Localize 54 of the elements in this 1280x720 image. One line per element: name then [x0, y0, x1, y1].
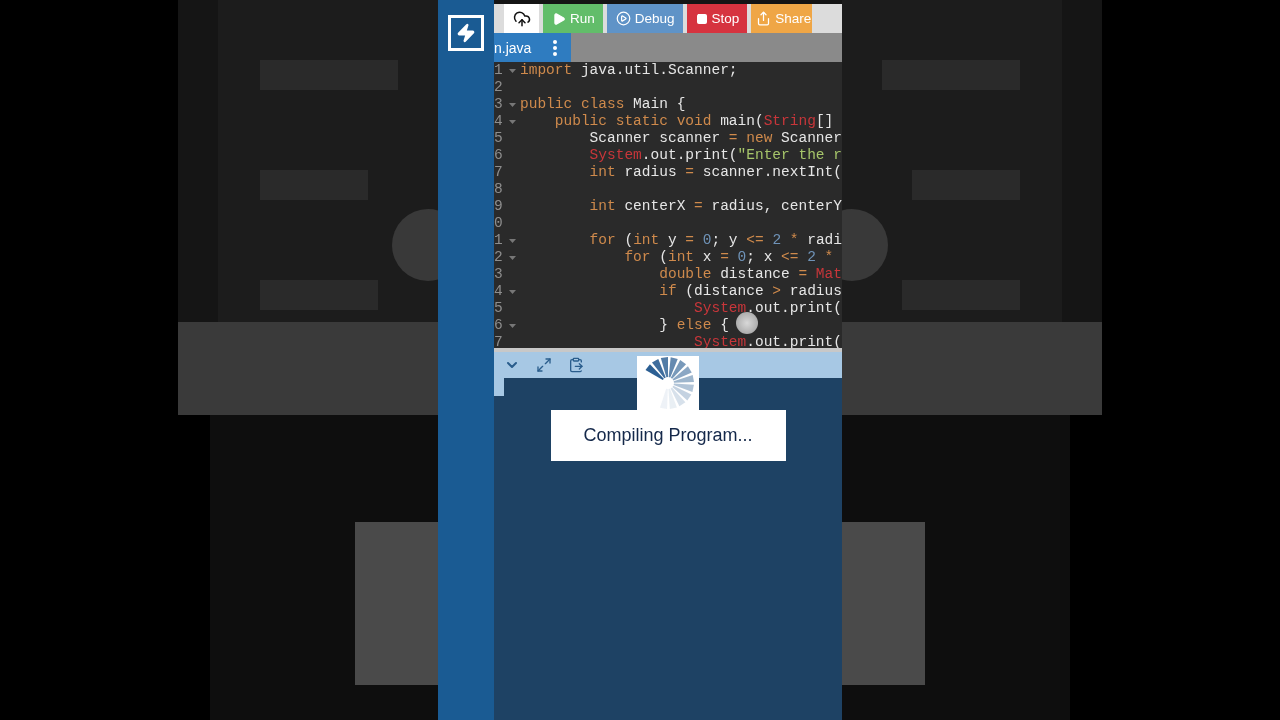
- kebab-menu-icon[interactable]: [553, 39, 558, 56]
- stop-button[interactable]: Stop: [686, 4, 748, 33]
- fold-arrow-icon[interactable]: [508, 289, 516, 294]
- code-line: double distance = Mat: [658, 266, 842, 283]
- code-editor[interactable]: [494, 62, 842, 348]
- code-line: System.out.print(: [693, 300, 842, 317]
- code-line: public class Main {: [520, 96, 686, 113]
- run-button[interactable]: Run: [543, 4, 603, 33]
- clipboard-icon[interactable]: [568, 357, 584, 373]
- code-line: int centerX = radius, centerY: [588, 198, 842, 215]
- share-icon: [756, 11, 772, 26]
- code-line: public static void main(String[]: [553, 113, 834, 130]
- code-line: System.out.print("Enter the r: [588, 147, 842, 164]
- fold-arrow-icon[interactable]: [508, 119, 516, 124]
- line-number: 5: [494, 300, 504, 317]
- code-line: Scanner scanner = new Scanner: [588, 130, 842, 147]
- play-icon: [552, 11, 566, 26]
- line-number: 5: [494, 130, 504, 147]
- fold-arrow-icon[interactable]: [508, 255, 516, 260]
- code-line: for (int x = 0; x <= 2 *: [623, 249, 834, 266]
- line-number: 1: [494, 62, 504, 79]
- fold-arrow-icon[interactable]: [508, 238, 516, 243]
- stop-icon: [695, 12, 708, 25]
- code-line: int radius = scanner.nextInt(: [588, 164, 842, 181]
- cloud-upload-icon: [513, 9, 531, 28]
- line-number: 2: [494, 79, 504, 96]
- line-number: 8: [494, 181, 504, 198]
- line-number: 7: [494, 164, 504, 181]
- code-line: import java.util.Scanner;: [520, 62, 738, 79]
- line-number: 9: [494, 198, 504, 215]
- expand-icon[interactable]: [536, 357, 552, 373]
- code-line: } else {: [658, 317, 729, 334]
- line-number: 4: [494, 283, 504, 300]
- line-number: 1: [494, 232, 504, 249]
- play-circle-icon: [615, 11, 631, 26]
- line-number: 6: [494, 147, 504, 164]
- upload-button[interactable]: [504, 4, 539, 33]
- line-number: 2: [494, 249, 504, 266]
- code-line: for (int y = 0; y <= 2 * radi: [588, 232, 842, 249]
- file-tab[interactable]: n.java: [494, 33, 571, 62]
- line-number: 3: [494, 266, 504, 283]
- line-number: 6: [494, 317, 504, 334]
- line-number: 0: [494, 215, 504, 232]
- logo-icon[interactable]: [448, 15, 484, 51]
- share-button[interactable]: Share: [751, 4, 813, 33]
- line-number: 7: [494, 334, 504, 348]
- code-line: if (distance > radius: [658, 283, 842, 300]
- line-number: 3: [494, 96, 504, 113]
- debug-button[interactable]: Debug: [606, 4, 683, 33]
- fold-arrow-icon[interactable]: [508, 323, 516, 328]
- line-number: 4: [494, 113, 504, 130]
- fold-arrow-icon[interactable]: [508, 102, 516, 107]
- fold-arrow-icon[interactable]: [508, 68, 516, 73]
- status-message: Compiling Program...: [550, 410, 786, 461]
